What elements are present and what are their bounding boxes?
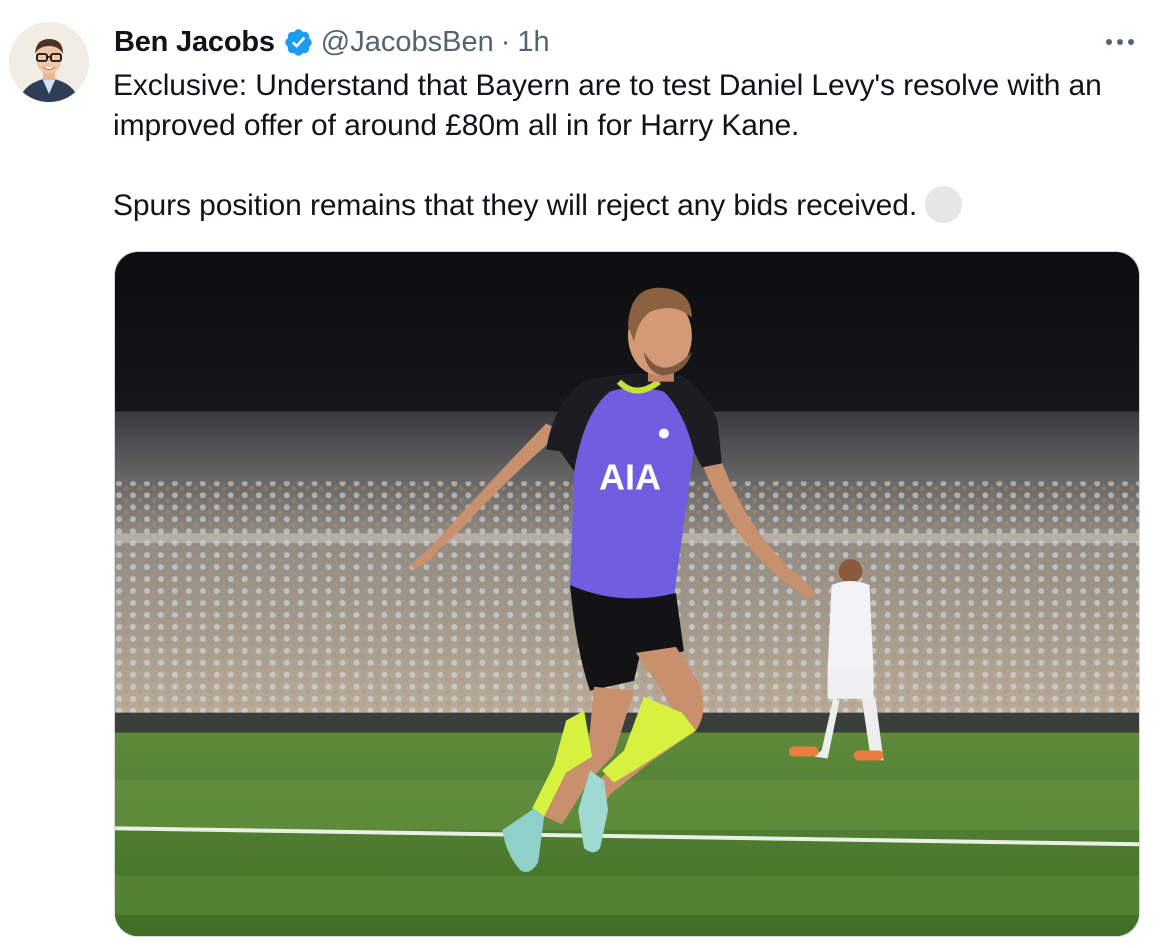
jersey-sponsor-text: AIA: [599, 456, 661, 497]
tweet-text-paragraph-2: Spurs position remains that they will re…: [113, 186, 1143, 226]
tweet-text: Exclusive: Understand that Bayern are to…: [113, 66, 1143, 226]
header-separator: ·: [500, 25, 511, 58]
author-name[interactable]: Ben Jacobs: [114, 26, 275, 59]
verified-badge-icon: [283, 27, 314, 58]
more-horizontal-icon[interactable]: [1104, 28, 1136, 56]
tweet-header: Ben Jacobs @JacobsBen · 1h: [114, 24, 550, 60]
tweet-text-paragraph-1: Exclusive: Understand that Bayern are to…: [113, 69, 1102, 142]
author-avatar[interactable]: [9, 22, 89, 102]
football-celebration-photo: AIA: [115, 252, 1139, 936]
tweet-text-line-2: Spurs position remains that they will re…: [113, 189, 918, 222]
avatar-image: [9, 22, 89, 102]
emoji-placeholder-icon: [925, 186, 963, 223]
tweet-media-photo[interactable]: AIA: [114, 251, 1140, 937]
author-handle[interactable]: @JacobsBen: [321, 26, 494, 59]
tweet-timestamp[interactable]: 1h: [517, 26, 549, 59]
